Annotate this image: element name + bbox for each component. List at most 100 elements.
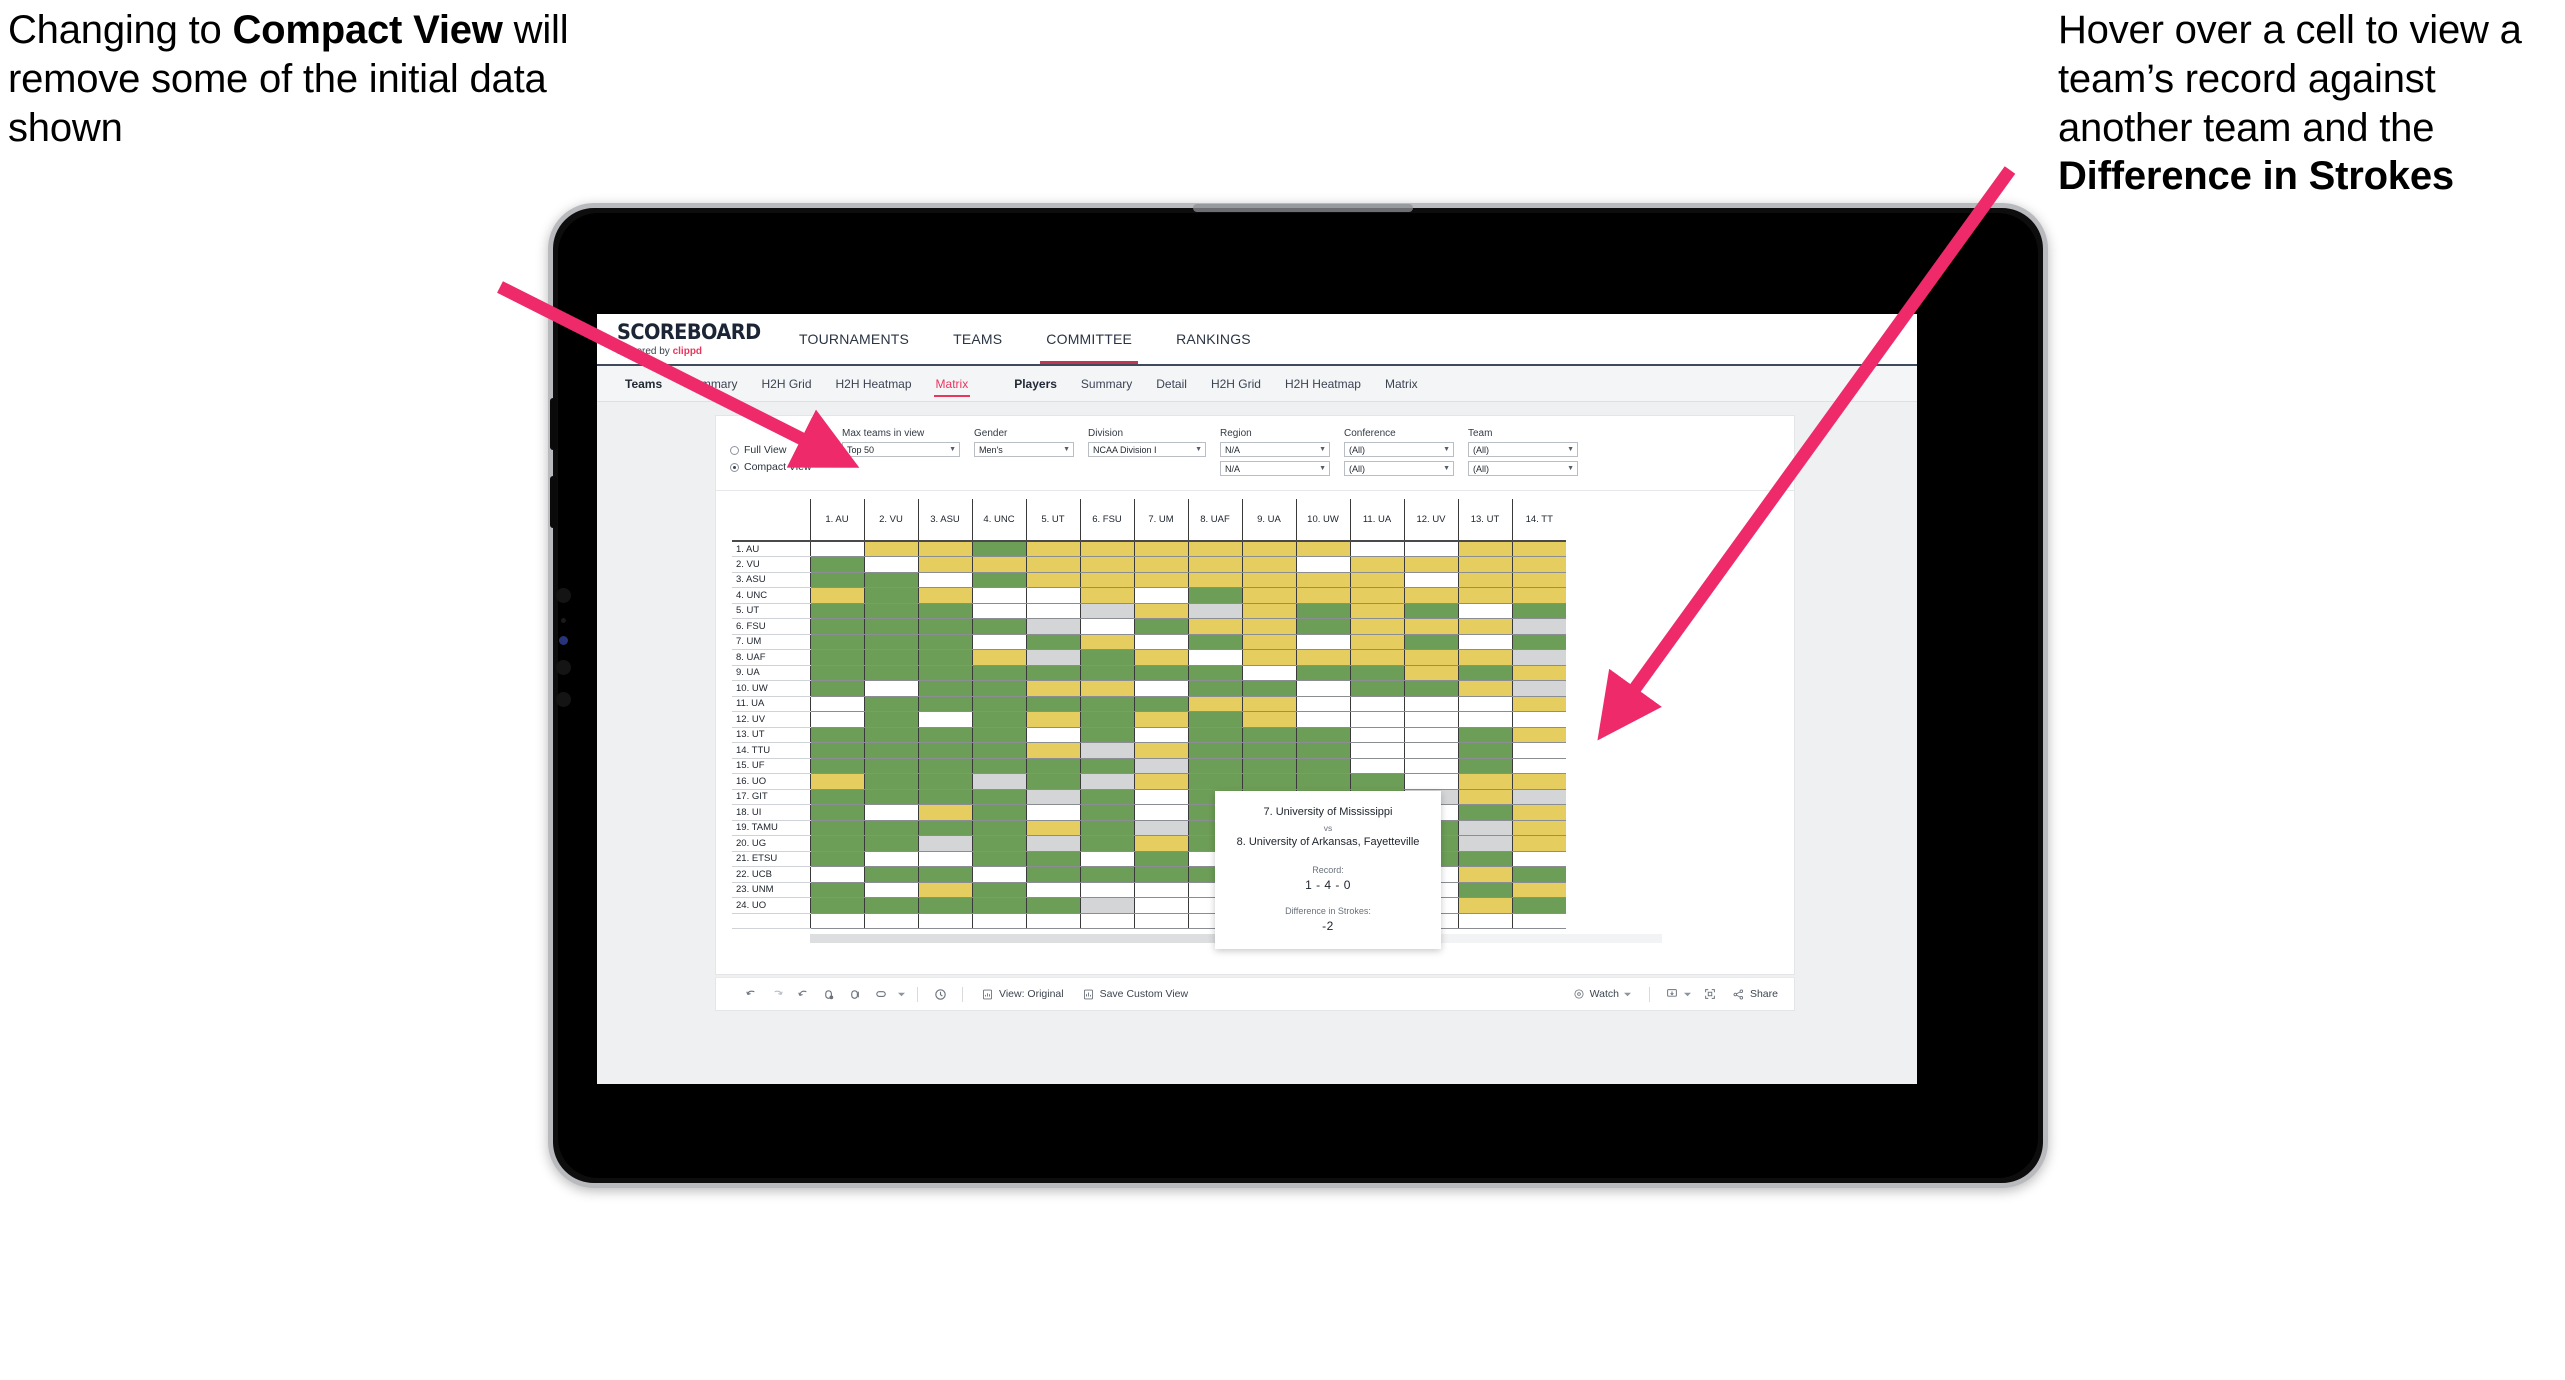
matrix-cell[interactable] [917,587,972,604]
matrix-cell[interactable] [1187,773,1242,790]
matrix-cell[interactable] [1349,587,1404,604]
subtab-players-h2h-grid[interactable]: H2H Grid [1199,366,1273,401]
matrix-cell[interactable] [1025,711,1080,728]
matrix-cell[interactable] [1349,727,1404,743]
matrix-cell[interactable] [1403,711,1458,728]
radio-compact-view[interactable]: Compact View [730,461,842,473]
matrix-cell[interactable] [971,634,1026,650]
matrix-cell[interactable] [1457,773,1512,790]
matrix-cell[interactable] [809,696,864,712]
matrix-cell[interactable] [809,603,864,619]
matrix-cell[interactable] [1079,804,1134,821]
matrix-cell[interactable] [1025,820,1080,836]
matrix-cell[interactable] [1241,603,1296,619]
matrix-cell[interactable] [1133,835,1188,852]
matrix-cell[interactable] [971,742,1026,759]
matrix-cell[interactable] [1025,572,1080,588]
matrix-cell[interactable] [863,866,918,883]
matrix-cell[interactable] [917,649,972,666]
matrix-cell[interactable] [1025,541,1080,557]
matrix-cell[interactable] [1187,541,1242,557]
matrix-cell[interactable] [1187,696,1242,712]
matrix-cell[interactable] [971,680,1026,697]
share-button[interactable]: Share [1723,988,1794,1001]
matrix-cell[interactable] [1457,603,1512,619]
matrix-cell[interactable] [809,866,864,883]
matrix-cell[interactable] [1349,758,1404,774]
matrix-cell[interactable] [809,572,864,588]
revert-icon[interactable] [790,981,816,1007]
matrix-cell[interactable] [1403,634,1458,650]
matrix-cell[interactable] [1241,727,1296,743]
matrix-cell[interactable] [1403,665,1458,681]
matrix-cell[interactable] [1511,711,1566,728]
matrix-cell[interactable] [1511,587,1566,604]
matrix-cell[interactable] [1403,587,1458,604]
matrix-cell[interactable] [1079,556,1134,573]
matrix-cell[interactable] [1241,665,1296,681]
matrix-cell[interactable] [1511,804,1566,821]
matrix-cell[interactable] [917,851,972,867]
matrix-cell[interactable] [809,835,864,852]
matrix-cell[interactable] [1187,649,1242,666]
matrix-cell[interactable] [1349,711,1404,728]
matrix-cell[interactable] [1187,742,1242,759]
matrix-cell[interactable] [1241,618,1296,635]
refresh-icon[interactable] [816,981,842,1007]
matrix-cell[interactable] [1295,572,1350,588]
matrix-cell[interactable] [971,773,1026,790]
matrix-cell[interactable] [1079,820,1134,836]
matrix-cell[interactable] [1241,742,1296,759]
matrix-cell[interactable] [1457,618,1512,635]
save-custom-view-button[interactable]: Save Custom View [1073,988,1198,1001]
matrix-cell[interactable] [1133,773,1188,790]
filter-division-select[interactable]: NCAA Division I ▼ [1088,442,1206,457]
matrix-cell[interactable] [1349,541,1404,557]
matrix-cell[interactable] [1349,634,1404,650]
matrix-cell[interactable] [809,618,864,635]
matrix-cell[interactable] [1295,649,1350,666]
matrix-cell[interactable] [1241,680,1296,697]
matrix-cell[interactable] [917,556,972,573]
matrix-cell[interactable] [1079,866,1134,883]
matrix-cell[interactable] [917,711,972,728]
matrix-cell[interactable] [1511,773,1566,790]
matrix-cell[interactable] [1079,711,1134,728]
matrix-cell[interactable] [917,680,972,697]
matrix-cell[interactable] [1511,727,1566,743]
matrix-cell[interactable] [1295,587,1350,604]
matrix-cell[interactable] [1295,727,1350,743]
matrix-cell[interactable] [1079,897,1134,914]
matrix-cell[interactable] [1079,758,1134,774]
matrix-cell[interactable] [1457,820,1512,836]
matrix-cell[interactable] [863,665,918,681]
matrix-cell[interactable] [1295,696,1350,712]
matrix-cell[interactable] [1457,789,1512,805]
matrix-cell[interactable] [971,804,1026,821]
matrix-cell[interactable] [1133,587,1188,604]
matrix-cell[interactable] [971,727,1026,743]
matrix-cell[interactable] [1079,618,1134,635]
matrix-cell[interactable] [1511,649,1566,666]
matrix-cell[interactable] [863,851,918,867]
nav-item-committee[interactable]: COMMITTEE [1024,314,1154,364]
matrix-cell[interactable] [809,680,864,697]
matrix-cell[interactable] [809,541,864,557]
matrix-cell[interactable] [1511,866,1566,883]
matrix-cell[interactable] [971,649,1026,666]
matrix-cell[interactable] [1457,556,1512,573]
matrix-cell[interactable] [1025,556,1080,573]
matrix-cell[interactable] [1241,649,1296,666]
matrix-cell[interactable] [917,742,972,759]
matrix-cell[interactable] [1295,711,1350,728]
redo-icon[interactable] [764,981,790,1007]
matrix-cell[interactable] [1295,758,1350,774]
matrix-cell[interactable] [1511,820,1566,836]
filter-region-select-1[interactable]: N/A ▼ [1220,442,1330,457]
matrix-cell[interactable] [1457,804,1512,821]
radio-full-view-icon[interactable] [730,445,739,455]
matrix-cell[interactable] [971,789,1026,805]
matrix-cell[interactable] [1295,634,1350,650]
matrix-cell[interactable] [1511,541,1566,557]
matrix-cell[interactable] [1295,680,1350,697]
